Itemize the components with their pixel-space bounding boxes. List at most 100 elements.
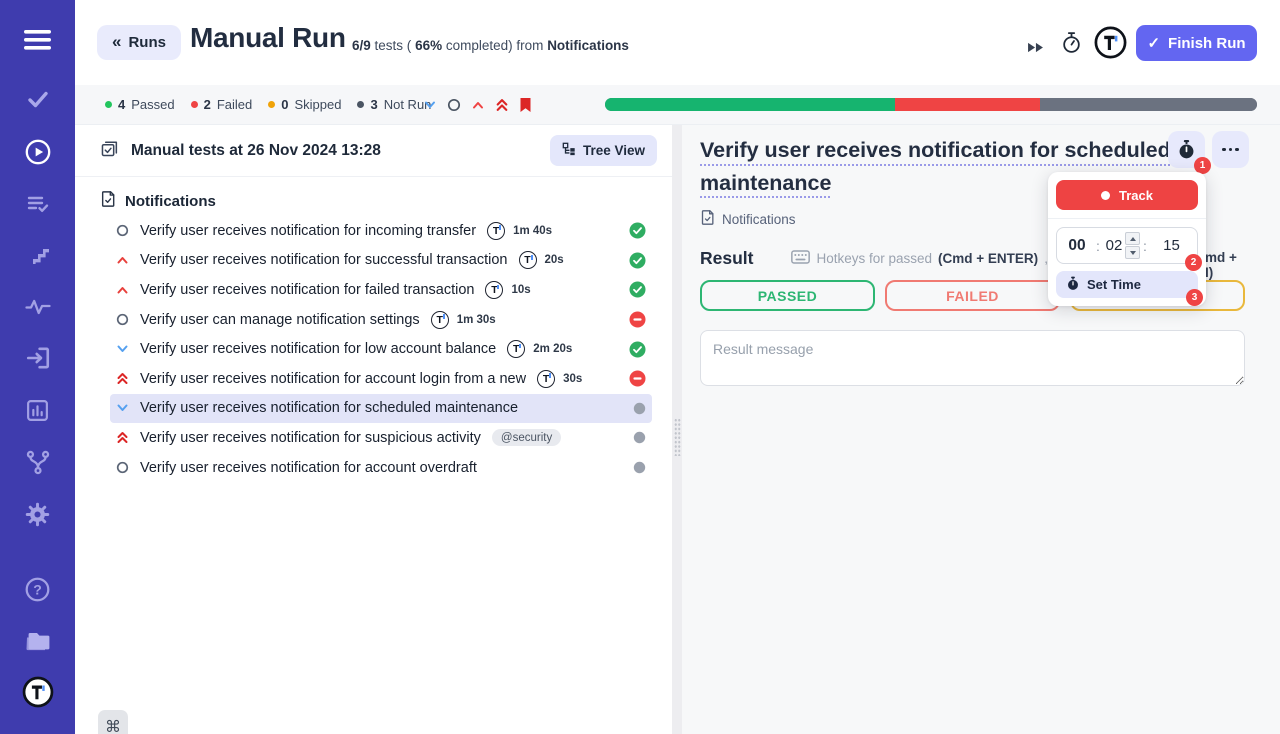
test-tag[interactable]: @security [491, 429, 562, 447]
test-meta: T 10s [485, 280, 531, 299]
keyboard-icon [791, 249, 811, 267]
back-chevron-icon: « [112, 31, 122, 51]
time-picker: 00 : 02 : 15 2 [1056, 227, 1202, 271]
branches-icon[interactable] [0, 448, 75, 476]
back-to-runs-button[interactable]: « Runs [97, 25, 181, 60]
test-row[interactable]: Verify user receives notification for lo… [110, 334, 652, 364]
priority-icon [115, 431, 129, 444]
track-time-popup: Track 00 : 02 : 15 2 Set Time 3 [1048, 172, 1206, 306]
automated-test-icon: T [537, 369, 556, 388]
priority-icon [115, 255, 129, 265]
fast-forward-icon[interactable] [1022, 34, 1048, 60]
projects-folder-icon[interactable] [0, 628, 75, 654]
status-dot-icon [190, 101, 198, 108]
resizer-grip [673, 418, 681, 456]
bookmark-filter-icon[interactable] [519, 97, 532, 113]
play-circle-icon[interactable] [0, 138, 75, 166]
status-counter[interactable]: 4 Passed [105, 97, 175, 112]
automated-test-icon: T [487, 221, 506, 240]
test-rows: Verify user receives notification for in… [75, 216, 672, 482]
test-duration: 1m 30s [456, 313, 496, 326]
popup-divider [1048, 218, 1206, 219]
hours-input[interactable]: 00 [1061, 237, 1093, 255]
spinner-up-icon[interactable] [1125, 232, 1140, 245]
status-counter[interactable]: 2 Failed [190, 97, 253, 112]
seconds-input[interactable]: 15 [1150, 237, 1193, 254]
set-time-button[interactable]: Set Time 3 [1056, 271, 1203, 306]
spinner-down-icon[interactable] [1125, 246, 1140, 259]
test-row[interactable]: Verify user receives notification for ac… [110, 453, 652, 483]
result-message-input[interactable] [700, 330, 1245, 386]
panel-resizer[interactable] [672, 125, 682, 734]
progress-segment [895, 98, 1040, 111]
import-icon[interactable] [0, 345, 75, 371]
report-chart-icon[interactable] [0, 397, 75, 423]
test-status-icon [629, 222, 646, 239]
track-button[interactable]: Track [1056, 180, 1198, 210]
suite-folder-row[interactable]: Notifications [75, 186, 672, 216]
test-row[interactable]: Verify user receives notification for sc… [110, 393, 652, 424]
help-icon[interactable]: ? [0, 576, 75, 603]
test-list-header: Manual tests at 26 Nov 2024 13:28 Tree V… [75, 125, 672, 177]
testomat-logo[interactable] [0, 676, 75, 708]
more-options-button[interactable] [1212, 131, 1249, 168]
automated-test-icon: T [485, 280, 504, 299]
tree-view-button[interactable]: Tree View [549, 135, 657, 166]
priority-icon [115, 461, 129, 474]
test-row[interactable]: Verify user receives notification for ac… [110, 364, 652, 394]
test-row[interactable]: Verify user receives notification for su… [110, 423, 652, 453]
back-label: Runs [128, 34, 166, 51]
test-row[interactable]: Verify user receives notification for su… [110, 246, 652, 276]
priority-medium-filter-icon[interactable] [447, 98, 461, 112]
run-header: « Runs Manual Run 6/9 tests ( 66% comple… [75, 0, 1280, 85]
status-dot-icon [357, 101, 365, 108]
passed-button[interactable]: PASSED [700, 280, 875, 311]
test-status-icon [629, 281, 646, 298]
test-duration: 20s [544, 254, 564, 267]
settings-gear-icon[interactable] [0, 500, 75, 528]
status-bar: 4 Passed 2 Failed 0 Skipped 3 Not Run [75, 85, 1280, 125]
test-duration: 10s [511, 283, 531, 296]
cmd-key-hint[interactable]: ⌘ [98, 710, 128, 734]
test-status-icon [633, 402, 646, 415]
run-progress-text: 6/9 tests ( 66% completed) from Notifica… [352, 38, 629, 53]
stopwatch-icon[interactable] [1058, 29, 1084, 55]
priority-low-filter-icon[interactable] [423, 100, 437, 110]
run-title: Manual Run [190, 22, 346, 53]
test-status-icon [629, 311, 646, 328]
check-icon[interactable] [0, 86, 75, 112]
priority-icon [115, 344, 129, 354]
counter-count: 2 [203, 97, 211, 112]
counter-label: Failed [216, 97, 253, 112]
list-check-icon[interactable] [0, 191, 75, 217]
hotkeys-hint: Hotkeys for passed (Cmd + ENTER) , faile… [791, 249, 1084, 267]
file-check-icon [100, 190, 116, 213]
failed-button[interactable]: FAILED [885, 280, 1060, 311]
test-status-icon [633, 431, 646, 444]
testomat-logo-header[interactable] [1094, 26, 1127, 59]
pulse-icon[interactable] [0, 295, 75, 319]
time-separator: : [1143, 237, 1147, 254]
automated-test-icon: T [518, 251, 537, 270]
timer-button[interactable]: 1 [1168, 131, 1211, 174]
stopwatch-gear-icon [1066, 276, 1080, 294]
test-row[interactable]: Verify user receives notification for in… [110, 216, 652, 246]
priority-highest-filter-icon[interactable] [495, 98, 509, 112]
test-row[interactable]: Verify user can manage notification sett… [110, 305, 652, 335]
set-time-label: Set Time [1087, 277, 1141, 292]
steps-icon[interactable] [0, 243, 75, 267]
status-counter[interactable]: 3 Not Run [357, 97, 431, 112]
progress-text-1: tests ( [374, 38, 412, 53]
finish-run-button[interactable]: ✓ Finish Run [1136, 25, 1257, 61]
status-counter[interactable]: 0 Skipped [268, 97, 341, 112]
menu-icon[interactable] [0, 26, 75, 54]
test-duration: 1m 40s [513, 224, 553, 237]
priority-high-filter-icon[interactable] [471, 100, 485, 110]
minutes-input[interactable]: 02 [1103, 237, 1125, 254]
test-title: Verify user can manage notification sett… [140, 311, 420, 328]
test-row[interactable]: Verify user receives notification for fa… [110, 275, 652, 305]
test-status-icon [633, 461, 646, 474]
test-duration: 2m 20s [533, 343, 573, 356]
automated-test-icon: T [507, 340, 526, 359]
test-title: Verify user receives notification for fa… [140, 281, 475, 298]
